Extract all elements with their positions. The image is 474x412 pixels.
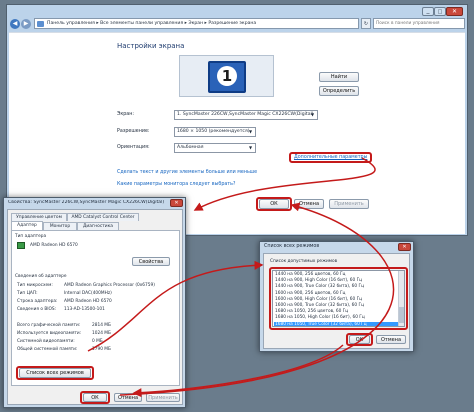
mode-item[interactable]: 1600 на 900, High Color (16 бит), 60 Гц <box>274 297 399 303</box>
modes-cancel-button[interactable]: Отмена <box>376 335 406 344</box>
main-apply-button[interactable]: Применить <box>329 199 369 209</box>
props-ok-button[interactable]: ОК <box>83 393 107 402</box>
breadcrumb-item[interactable]: Панель управления <box>47 21 95 26</box>
chevron-down-icon: ▼ <box>248 145 253 150</box>
screen-value: 1. SyncMaster 226CW,SyncMaster Magic CX2… <box>177 112 314 117</box>
memory-value: 1024 МБ <box>92 331 111 336</box>
info-value: AMD Radeon HD 6570 <box>64 299 112 304</box>
window-controls: _ □ ✕ <box>422 7 464 17</box>
breadcrumb-item[interactable]: Разрешение экрана <box>208 21 256 26</box>
close-icon[interactable]: ✕ <box>170 199 183 207</box>
page-title: Настройки экрана <box>117 42 185 50</box>
mode-item[interactable]: 1440 на 900, True Color (32 бита), 60 Гц <box>274 284 399 290</box>
resolution-value: 1680 × 1050 (рекомендуется) <box>177 129 250 134</box>
modes-list[interactable]: 1440 на 900, 256 цветов, 60 Гц 1440 на 90… <box>272 270 405 327</box>
mode-item[interactable]: 1680 на 1050, High Color (16 бит), 60 Гц <box>274 315 399 321</box>
nav-forward-icon[interactable]: ▶ <box>21 19 31 29</box>
properties-button[interactable]: Свойства <box>132 257 170 266</box>
maximize-button[interactable]: □ <box>434 7 446 16</box>
tab-color-management[interactable]: Управление цветом <box>11 213 67 221</box>
memory-value: 2814 МБ <box>92 323 111 328</box>
props-apply-button[interactable]: Применить <box>146 393 180 402</box>
tab-amd-catalyst[interactable]: AMD Catalyst Control Center <box>67 213 139 221</box>
tab-adapter[interactable]: Адаптер <box>11 221 43 230</box>
info-value: AMD Radeon Graphics Processor (0x6759) <box>64 283 155 288</box>
resolution-label: Разрешение: <box>117 129 150 134</box>
memory-value: 0 МБ <box>92 339 103 344</box>
info-key: Тип микросхем: <box>17 283 53 288</box>
close-icon[interactable]: ✕ <box>398 243 411 251</box>
tab-panel: Тип адаптера AMD Radeon HD 6570 Свойства… <box>11 230 180 386</box>
modes-dialog-body: Список допустимых режимов 1440 на 900, 2… <box>263 253 410 349</box>
screen-select[interactable]: 1. SyncMaster 226CW,SyncMaster Magic CX2… <box>174 110 318 120</box>
advanced-link-highlight: Дополнительные параметры <box>289 152 372 163</box>
refresh-icon[interactable]: ↻ <box>361 18 371 29</box>
memory-value: 1790 МБ <box>92 347 111 352</box>
info-key: Строка адаптера: <box>17 299 58 304</box>
dialog-body: Управление цветом AMD Catalyst Control C… <box>7 209 183 405</box>
modes-dialog-title: Список всех режимов <box>264 244 320 249</box>
modes-group-label: Список допустимых режимов <box>270 259 338 264</box>
modes-ok-button[interactable]: ОК <box>349 335 370 344</box>
minimize-button[interactable]: _ <box>422 7 434 16</box>
orientation-label: Ориентация: <box>117 145 150 150</box>
scrollbar-thumb[interactable] <box>399 307 404 323</box>
orientation-select[interactable]: Альбомная ▼ <box>174 143 256 153</box>
memory-key: Системной видеопамяти: <box>17 339 75 344</box>
monitor-icon[interactable]: 1 <box>208 61 246 93</box>
properties-dialog: Свойства: SyncMaster 226CW,SyncMaster Ma… <box>3 197 186 408</box>
memory-key: Всего графической памяти: <box>17 323 81 328</box>
modes-dialog: Список всех режимов ✕ Список допустимых … <box>259 241 414 352</box>
find-button[interactable]: Найти <box>319 72 359 82</box>
tab-monitor[interactable]: Монитор <box>43 222 77 230</box>
orientation-value: Альбомная <box>177 145 204 150</box>
dialog-title: Свойства: SyncMaster 226CW,SyncMaster Ma… <box>8 200 165 205</box>
chevron-down-icon: ▼ <box>310 112 315 117</box>
breadcrumb-item[interactable]: Экран <box>188 21 203 26</box>
gpu-chip-icon <box>17 242 25 249</box>
info-key: Тип ЦАП: <box>17 291 38 296</box>
main-cancel-button[interactable]: Отмена <box>294 199 324 209</box>
props-cancel-button[interactable]: Отмена <box>114 393 142 402</box>
monitor-number: 1 <box>217 66 237 86</box>
breadcrumb-item[interactable]: Все элементы панели управления <box>100 21 183 26</box>
advanced-settings-link[interactable]: Дополнительные параметры <box>294 155 367 160</box>
monitor-preview: 1 <box>179 55 274 97</box>
adapter-info-label: Сведения об адаптере <box>15 274 67 279</box>
info-key: Сведения о BIOS: <box>17 307 57 312</box>
memory-key: Используется видеопамяти: <box>17 331 82 336</box>
nav-back-icon[interactable]: ◀ <box>10 19 20 29</box>
text-size-link[interactable]: Сделать текст и другие элементы больше и… <box>117 170 257 175</box>
close-button[interactable]: ✕ <box>446 7 463 16</box>
main-ok-button[interactable]: ОК <box>259 199 289 209</box>
folder-icon <box>37 21 44 27</box>
resolution-select[interactable]: 1680 × 1050 (рекомендуется) ▼ <box>174 127 256 137</box>
tab-diagnostics[interactable]: Диагностика <box>77 222 119 230</box>
list-all-modes-button[interactable]: Список всех режимов <box>19 368 91 378</box>
address-bar[interactable]: Панель управления ▸ Все элементы панели … <box>34 18 359 29</box>
search-input[interactable]: Поиск в панели управления <box>373 18 465 29</box>
chevron-down-icon: ▼ <box>248 129 253 134</box>
info-value: Internal DAC(400MHz) <box>64 291 112 296</box>
mode-item[interactable]: 1680 на 1050, True Color (32 бита), 60 Г… <box>274 321 399 326</box>
monitor-help-link[interactable]: Какие параметры монитора следует выбрать… <box>117 182 235 187</box>
adapter-name: AMD Radeon HD 6570 <box>30 243 78 248</box>
info-value: 113-AD-13500-101 <box>64 307 105 312</box>
detect-button[interactable]: Определить <box>319 86 359 96</box>
scrollbar[interactable] <box>398 271 404 326</box>
memory-key: Общей системной памяти: <box>17 347 78 352</box>
mode-item[interactable]: 1600 на 900, 256 цветов, 60 Гц <box>274 291 399 297</box>
adapter-type-label: Тип адаптера <box>15 234 47 239</box>
screen-label: Экран: <box>117 112 134 117</box>
